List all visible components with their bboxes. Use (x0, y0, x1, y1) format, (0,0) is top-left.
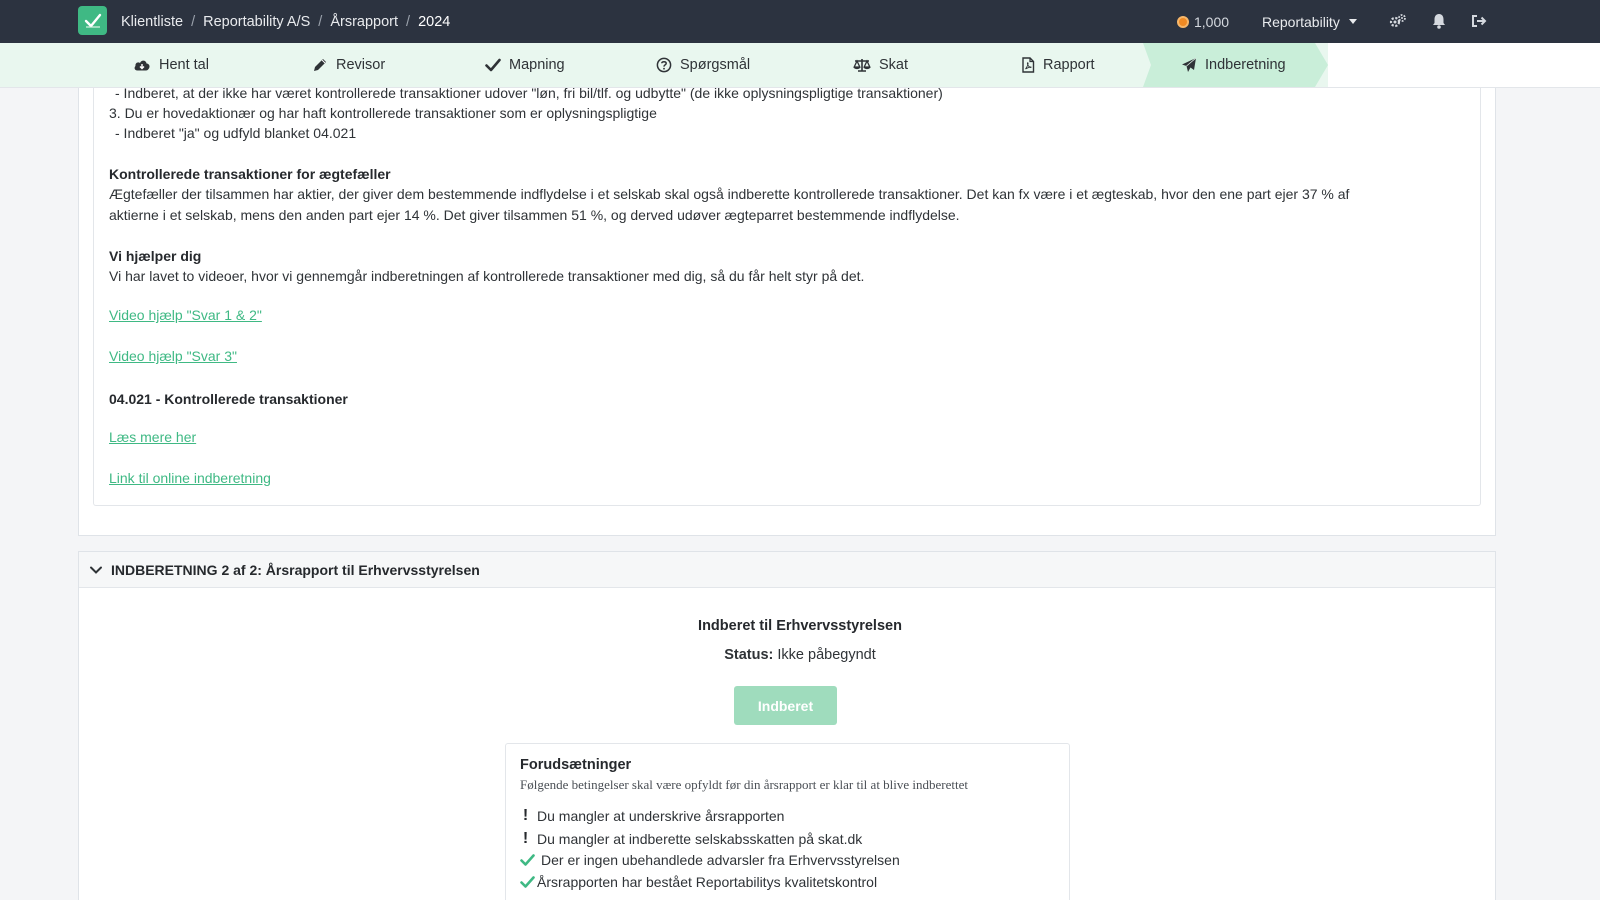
coin-icon (1177, 15, 1189, 28)
caret-down-icon (1348, 19, 1357, 24)
coin-balance[interactable]: 1,000 (1177, 0, 1229, 43)
breadcrumb: Klientliste / Reportability A/S / Årsrap… (121, 0, 450, 43)
app-logo[interactable] (78, 6, 107, 35)
breadcrumb-year: 2024 (418, 13, 451, 30)
step-navigation: Hent tal Revisor Mapning Spørgsmål Skat (0, 43, 1600, 88)
step-sporgsmal[interactable]: Spørgsmål (656, 43, 750, 87)
prereq-item: ! Du mangler at indberette selskabsskatt… (520, 830, 862, 848)
breadcrumb-separator: / (191, 13, 196, 30)
breadcrumb-klientliste[interactable]: Klientliste (121, 14, 183, 30)
answer-3-text: 3. Du er hovedaktionær og har haft kontr… (109, 105, 657, 121)
step-label: Rapport (1043, 57, 1095, 73)
checkmark-logo-icon (84, 13, 101, 28)
step-label: Indberetning (1205, 57, 1286, 73)
answer-3-instruction: - Indberet "ja" og udfyld blanket 04.021 (115, 125, 357, 141)
file-pdf-icon (1022, 57, 1035, 73)
logout-icon[interactable] (1469, 11, 1489, 31)
report-subtitle: Indberet til Erhvervsstyrelsen (698, 618, 902, 634)
prerequisites-subtitle: Følgende betingelser skal være opfyldt f… (520, 777, 969, 792)
settings-icon[interactable] (1388, 11, 1408, 31)
status-line: Status: Ikke påbegyndt (0, 647, 1600, 663)
video-help-link-1[interactable]: Video hjælp "Svar 1 & 2" (109, 307, 262, 323)
prerequisites-box: Forudsætninger Følgende betingelser skal… (505, 743, 1070, 900)
check-icon (520, 854, 535, 866)
step-label: Mapning (509, 57, 565, 73)
prerequisites-title: Forudsætninger (520, 757, 632, 773)
step-rapport[interactable]: Rapport (1021, 43, 1095, 87)
chevron-down-icon (90, 566, 102, 574)
form-heading: 04.021 - Kontrollerede transaktioner (109, 391, 348, 407)
spouse-text-line-1: Ægtefæller der tilsammen har aktier, der… (109, 186, 1350, 202)
bell-icon[interactable] (1429, 11, 1449, 31)
question-circle-icon (656, 57, 672, 73)
breadcrumb-company[interactable]: Reportability A/S (203, 14, 310, 30)
answer-2-instruction: - Indberet, at der ikke har været kontro… (115, 85, 943, 101)
step-label: Skat (879, 57, 909, 73)
prereq-item: ! Du mangler at underskrive årsrapporten (520, 807, 785, 825)
prereq-text: Der er ingen ubehandlede advarsler fra E… (541, 852, 900, 868)
organization-name: Reportability (1262, 13, 1340, 30)
step-skat[interactable]: Skat (853, 43, 908, 87)
read-more-link[interactable]: Læs mere her (109, 429, 196, 445)
help-text: Vi har lavet to videoer, hvor vi gennemg… (109, 268, 865, 284)
step-revisor[interactable]: Revisor (312, 43, 385, 87)
prereq-text: Årsrapporten har bestået Reportabilitys … (537, 874, 878, 890)
step-label: Revisor (336, 57, 386, 73)
step-label: Hent tal (159, 57, 209, 73)
paper-plane-icon (1182, 57, 1197, 72)
step-indberetning[interactable]: Indberetning (1181, 43, 1286, 87)
prereq-item: Der er ingen ubehandlede advarsler fra E… (520, 852, 900, 868)
check-icon (520, 876, 535, 888)
spouse-text-line-2: aktierne i et selskab, mens den anden pa… (109, 207, 960, 223)
info-panel (93, 88, 1481, 506)
exclamation-icon: ! (522, 830, 529, 847)
prereq-text: Du mangler at indberette selskabsskatten… (537, 831, 863, 847)
section-2-title: INDBERETNING 2 af 2: Årsrapport til Erhv… (111, 561, 480, 578)
spouse-heading: Kontrollerede transaktioner for ægtefæll… (109, 166, 391, 182)
status-label: Status: (724, 647, 774, 663)
breadcrumb-separator: / (318, 13, 323, 30)
exclamation-icon: ! (522, 807, 529, 824)
balance-scale-icon (853, 59, 871, 72)
breadcrumb-separator: / (406, 13, 411, 30)
breadcrumb-arsrapport[interactable]: Årsrapport (330, 14, 398, 30)
top-bar: Klientliste / Reportability A/S / Årsrap… (0, 0, 1600, 43)
online-reporting-link[interactable]: Link til online indberetning (109, 470, 271, 486)
status-value: Ikke påbegyndt (777, 647, 876, 663)
organization-dropdown[interactable]: Reportability (1262, 0, 1357, 43)
video-help-link-2[interactable]: Video hjælp "Svar 3" (109, 348, 237, 364)
step-hent-tal[interactable]: Hent tal (133, 43, 209, 87)
pencil-icon (314, 59, 326, 71)
prereq-item: Årsrapporten har bestået Reportabilitys … (520, 874, 877, 890)
step-mapning[interactable]: Mapning (485, 43, 565, 87)
help-heading: Vi hjælper dig (109, 248, 202, 264)
prereq-text: Du mangler at underskrive årsrapporten (537, 808, 785, 824)
check-icon (485, 58, 501, 72)
indberet-button[interactable]: Indberet (734, 686, 837, 725)
step-label: Spørgsmål (680, 57, 751, 73)
cloud-download-icon (134, 60, 150, 71)
coin-count: 1,000 (1194, 13, 1230, 30)
section-2-header[interactable]: INDBERETNING 2 af 2: Årsrapport til Erhv… (79, 552, 1495, 588)
